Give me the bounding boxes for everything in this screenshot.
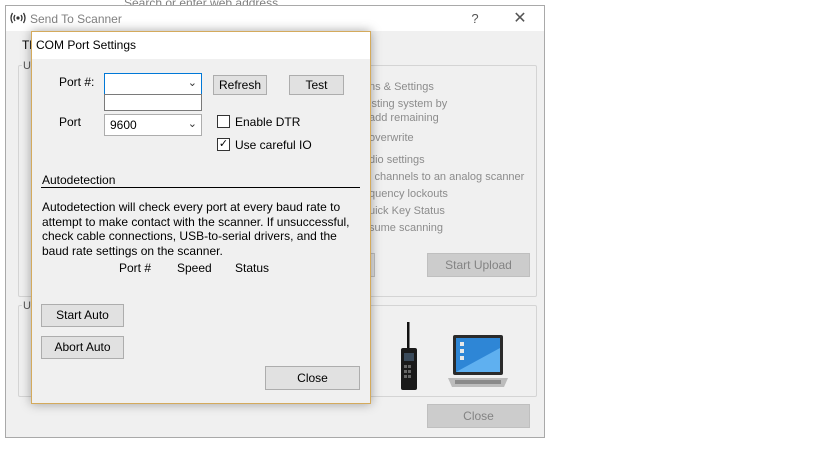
port-number-label: Port #: xyxy=(59,75,95,89)
option-text: l channels to an analog scanner xyxy=(369,171,525,183)
dialog-title: COM Port Settings xyxy=(36,38,137,52)
abort-auto-button[interactable]: Abort Auto xyxy=(41,336,124,359)
main-titlebar: Send To Scanner ? ✕ xyxy=(6,6,544,31)
dialog-close-button[interactable]: Close xyxy=(265,366,360,390)
com-port-settings-dialog: COM Port Settings Port #: ⌄ Port 9600 ⌄ … xyxy=(31,31,371,404)
option-text: uick Key Status xyxy=(369,205,445,217)
autodetection-divider xyxy=(41,187,360,188)
window-close-button[interactable]: ✕ xyxy=(506,8,534,30)
radio-wave-icon xyxy=(10,12,26,24)
option-text: overwrite xyxy=(369,132,414,144)
port-dropdown-list[interactable] xyxy=(104,94,202,111)
enable-dtr-checkbox[interactable] xyxy=(217,115,230,128)
help-button[interactable]: ? xyxy=(464,8,486,30)
start-auto-button[interactable]: Start Auto xyxy=(41,304,124,327)
scanner-icon xyxy=(401,322,417,390)
enable-dtr-label[interactable]: Enable DTR xyxy=(235,115,300,129)
option-text: sume scanning xyxy=(369,222,443,234)
chevron-down-icon[interactable]: ⌄ xyxy=(188,76,197,89)
baud-rate-label: Port xyxy=(59,115,82,129)
autodetection-description: Autodetection will check every port at e… xyxy=(42,200,350,258)
port-number-select[interactable]: ⌄ xyxy=(104,73,202,95)
option-text: quency lockouts xyxy=(369,188,448,200)
option-text: dio settings xyxy=(369,154,425,166)
option-text: add remaining xyxy=(369,112,439,124)
main-close-button[interactable]: Close xyxy=(427,404,530,428)
column-header-port: Port # xyxy=(119,261,152,275)
use-careful-io-checkbox[interactable]: ✓ xyxy=(217,138,230,151)
option-text: ns & Settings xyxy=(369,81,434,93)
refresh-button[interactable]: Refresh xyxy=(213,75,267,95)
use-careful-io-label[interactable]: Use careful IO xyxy=(235,138,312,152)
option-text: isting system by xyxy=(369,98,448,110)
check-icon: ✓ xyxy=(218,138,229,150)
main-window-title: Send To Scanner xyxy=(30,12,122,26)
baud-rate-value: 9600 xyxy=(110,118,137,132)
laptop-icon xyxy=(448,335,508,387)
column-header-speed: Speed xyxy=(177,261,212,275)
autodetection-header: Autodetection xyxy=(42,173,116,187)
chevron-down-icon[interactable]: ⌄ xyxy=(188,117,197,130)
column-header-status: Status xyxy=(235,261,270,275)
test-button[interactable]: Test xyxy=(289,75,344,95)
start-upload-button[interactable]: Start Upload xyxy=(427,253,530,277)
baud-rate-select[interactable]: 9600 ⌄ xyxy=(104,114,202,136)
dialog-titlebar: COM Port Settings xyxy=(32,32,370,59)
